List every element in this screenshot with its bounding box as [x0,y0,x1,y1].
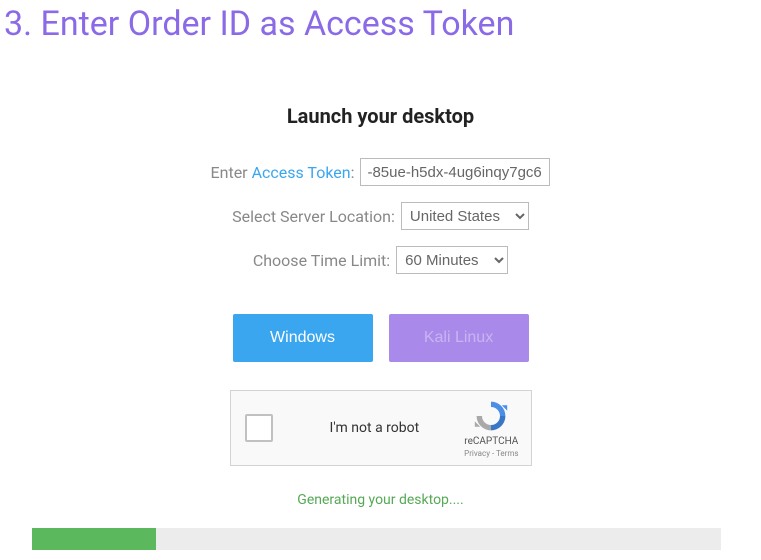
windows-button[interactable]: Windows [233,314,373,362]
launch-form: Launch your desktop Enter Access Token: … [0,44,761,508]
progress-fill [32,528,156,550]
recaptcha-label: I'm not a robot [285,420,465,436]
progress-bar [32,528,721,550]
recaptcha-branding: reCAPTCHA Privacy - Terms [464,398,518,459]
server-location-select[interactable]: United States [401,202,529,230]
recaptcha-icon [464,398,518,434]
token-label-prefix: Enter [211,163,252,182]
recaptcha-checkbox[interactable] [245,414,273,442]
server-label: Select Server Location: [232,207,395,226]
access-token-input[interactable] [360,158,550,186]
step-title: 3. Enter Order ID as Access Token [0,0,761,44]
server-row: Select Server Location: United States [0,202,761,230]
recaptcha-privacy-terms[interactable]: Privacy - Terms [464,449,518,459]
kali-linux-button[interactable]: Kali Linux [389,314,529,362]
status-text: Generating your desktop.... [0,492,761,508]
access-token-link[interactable]: Access Token [252,163,351,182]
token-row: Enter Access Token: [0,158,761,186]
time-label: Choose Time Limit: [253,251,390,270]
recaptcha-brand-text: reCAPTCHA [464,436,518,448]
time-limit-select[interactable]: 60 Minutes [396,246,508,274]
launch-heading: Launch your desktop [0,104,761,128]
time-row: Choose Time Limit: 60 Minutes [0,246,761,274]
recaptcha-widget: I'm not a robot reCAPTCHA Privacy - Term… [230,390,532,466]
token-label-suffix: : [351,163,355,182]
os-buttons: Windows Kali Linux [0,314,761,362]
